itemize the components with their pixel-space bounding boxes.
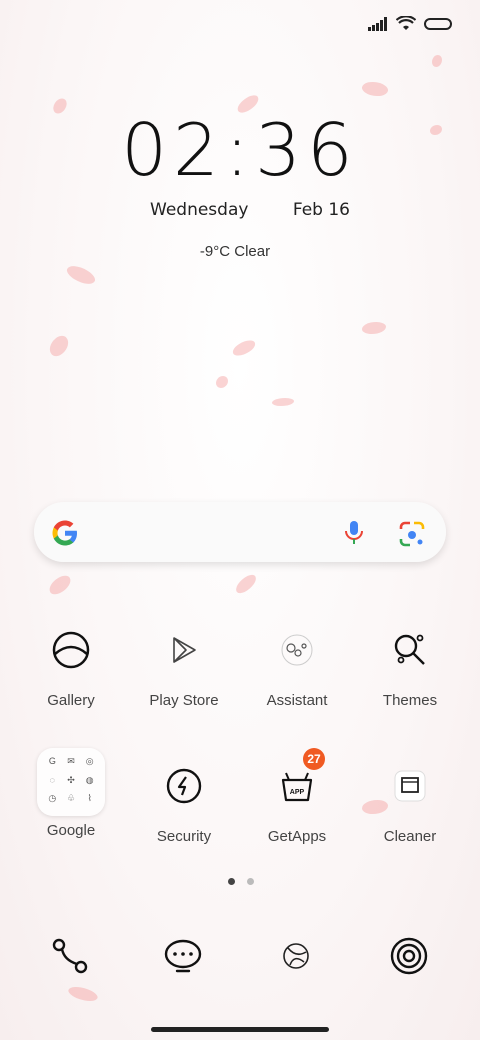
notification-badge: 27 bbox=[303, 748, 325, 770]
lens-camera-icon[interactable] bbox=[398, 520, 426, 548]
security-icon bbox=[166, 768, 202, 804]
app-label: Assistant bbox=[266, 692, 328, 709]
page-dot-2[interactable] bbox=[247, 878, 254, 885]
gallery-icon bbox=[52, 631, 90, 669]
date-line[interactable]: Wednesday Feb 16 bbox=[150, 200, 350, 220]
weekday: Wednesday bbox=[150, 200, 249, 220]
home-indicator[interactable] bbox=[151, 1027, 329, 1032]
app-label: Security bbox=[156, 828, 212, 845]
signal-bars-icon bbox=[368, 17, 387, 31]
app-play-store[interactable]: Play Store bbox=[129, 620, 239, 709]
clock-time[interactable]: 02:36 bbox=[0, 108, 480, 192]
date: Feb 16 bbox=[292, 200, 350, 220]
dock-browser[interactable] bbox=[266, 934, 326, 978]
page-indicator[interactable] bbox=[228, 878, 254, 885]
camera-icon bbox=[390, 937, 428, 975]
app-assistant[interactable]: Assistant bbox=[242, 620, 352, 709]
getapps-icon-text: APP bbox=[290, 789, 305, 796]
status-bar bbox=[368, 16, 452, 32]
dock-messages[interactable] bbox=[153, 934, 213, 978]
getapps-icon: APP bbox=[281, 772, 313, 802]
app-label: Gallery bbox=[47, 692, 95, 709]
assistant-icon bbox=[281, 634, 313, 666]
wifi-icon bbox=[396, 16, 416, 30]
app-label: Google bbox=[46, 822, 96, 839]
app-cleaner[interactable]: Cleaner bbox=[355, 756, 465, 845]
themes-icon bbox=[394, 634, 425, 665]
dock-phone[interactable] bbox=[40, 934, 100, 978]
battery-icon bbox=[424, 18, 452, 30]
app-label: GetApps bbox=[267, 828, 327, 845]
weather-text[interactable]: -9°C Clear bbox=[0, 243, 470, 260]
dock-camera[interactable] bbox=[379, 934, 439, 978]
app-label: Play Store bbox=[149, 692, 219, 709]
app-security[interactable]: Security bbox=[129, 756, 239, 845]
app-label: Cleaner bbox=[383, 828, 437, 845]
folder-google[interactable]: G ✉ ◎ ◌ ✣ ◍ ◷ ♧ ⌇ Google bbox=[16, 748, 126, 839]
app-label: Themes bbox=[382, 692, 438, 709]
google-folder: G ✉ ◎ ◌ ✣ ◍ ◷ ♧ ⌇ bbox=[37, 748, 105, 816]
cleaner-icon bbox=[394, 770, 426, 802]
app-gallery[interactable]: Gallery bbox=[16, 620, 126, 709]
mic-icon[interactable] bbox=[340, 518, 368, 546]
phone-icon bbox=[52, 938, 88, 974]
messages-icon bbox=[164, 939, 202, 973]
google-search-bar[interactable] bbox=[34, 502, 446, 562]
browser-icon bbox=[283, 943, 309, 969]
app-themes[interactable]: Themes bbox=[355, 620, 465, 709]
google-g-icon bbox=[52, 520, 77, 546]
app-getapps[interactable]: APP 27 GetApps bbox=[242, 748, 352, 845]
page-dot-1[interactable] bbox=[228, 878, 235, 885]
play-store-icon bbox=[173, 637, 196, 663]
